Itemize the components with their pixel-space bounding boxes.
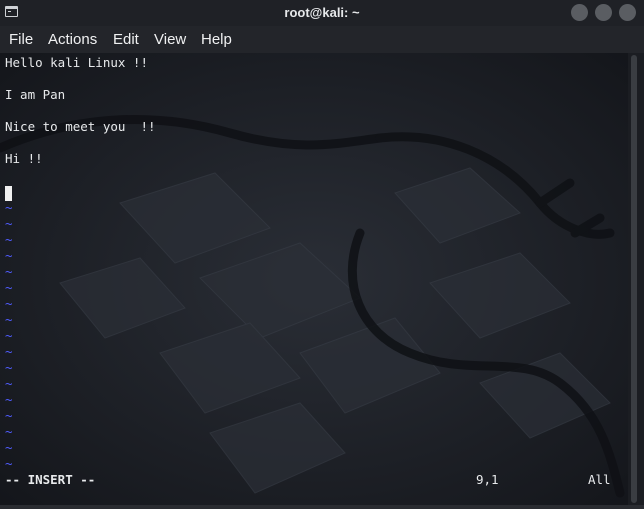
window-bottom-border <box>0 505 644 509</box>
vim-buffer[interactable]: Hello kali Linux !! I am Pan Nice to mee… <box>0 53 628 505</box>
scrollbar-thumb[interactable] <box>631 55 637 503</box>
empty-line-marker: ~ <box>5 312 13 327</box>
empty-line-marker: ~ <box>5 248 13 263</box>
empty-line-marker: ~ <box>5 280 13 295</box>
buffer-line-5: Nice to meet you !! <box>5 119 156 134</box>
menu-bar: File Actions Edit View Help <box>0 26 644 53</box>
terminal-window: root@kali: ~ File Actions Edit View Help <box>0 0 644 509</box>
menu-actions[interactable]: Actions <box>48 26 97 53</box>
empty-line-marker: ~ <box>5 296 13 311</box>
empty-line-marker: ~ <box>5 360 13 375</box>
cursor-position: 9,1 <box>476 472 499 487</box>
scrollbar[interactable] <box>628 53 644 505</box>
empty-line-marker: ~ <box>5 456 13 471</box>
empty-line-marker: ~ <box>5 216 13 231</box>
vim-mode-indicator: -- INSERT -- <box>5 472 96 487</box>
empty-line-marker: ~ <box>5 232 13 247</box>
buffer-line-3: I am Pan <box>5 87 66 102</box>
minimize-button[interactable] <box>571 4 588 21</box>
terminal-area[interactable]: Hello kali Linux !! I am Pan Nice to mee… <box>0 53 628 505</box>
menu-help[interactable]: Help <box>201 26 232 53</box>
empty-line-marker: ~ <box>5 200 13 215</box>
maximize-button[interactable] <box>595 4 612 21</box>
window-title: root@kali: ~ <box>284 5 360 20</box>
empty-line-marker: ~ <box>5 328 13 343</box>
empty-line-marker: ~ <box>5 440 13 455</box>
close-button[interactable] <box>619 4 636 21</box>
empty-line-marker: ~ <box>5 392 13 407</box>
empty-line-marker: ~ <box>5 376 13 391</box>
empty-line-marker: ~ <box>5 264 13 279</box>
title-bar[interactable]: root@kali: ~ <box>0 0 644 26</box>
empty-line-marker: ~ <box>5 424 13 439</box>
empty-line-marker: ~ <box>5 408 13 423</box>
buffer-line-7: Hi !! <box>5 151 43 166</box>
scroll-indicator: All <box>588 472 611 487</box>
menu-file[interactable]: File <box>9 26 33 53</box>
empty-line-marker: ~ <box>5 344 13 359</box>
text-cursor <box>5 186 12 201</box>
menu-view[interactable]: View <box>154 26 186 53</box>
menu-edit[interactable]: Edit <box>113 26 139 53</box>
buffer-line-1: Hello kali Linux !! <box>5 55 148 70</box>
